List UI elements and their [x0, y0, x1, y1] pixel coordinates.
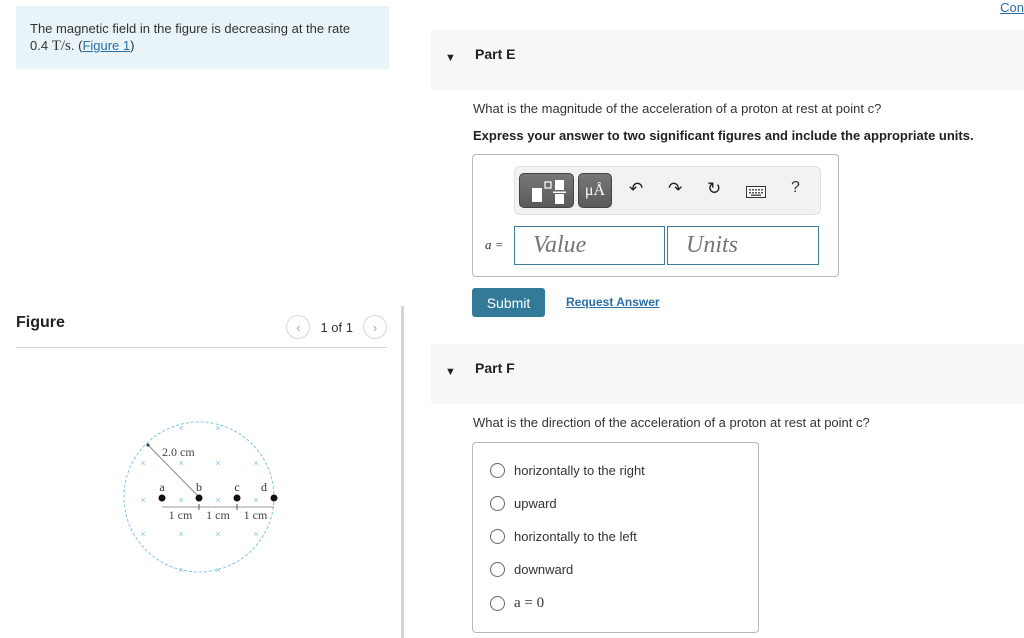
part-f-question: What is the direction of the acceleratio… — [473, 415, 870, 430]
units-input[interactable] — [667, 226, 819, 265]
rate-value: 0.4 — [30, 38, 49, 53]
choice-downward[interactable]: downward — [490, 562, 573, 577]
value-input[interactable] — [514, 226, 665, 265]
units-label: μÅ — [584, 181, 606, 199]
reset-icon[interactable]: ↻ — [707, 179, 721, 199]
help-button[interactable]: ? — [791, 179, 800, 197]
radio-button[interactable] — [490, 529, 505, 544]
submit-button[interactable]: Submit — [472, 288, 545, 317]
spacing-label: 1 cm — [244, 508, 268, 522]
choice-right[interactable]: horizontally to the right — [490, 463, 645, 478]
choice-label: downward — [514, 562, 574, 577]
point-d — [270, 494, 278, 502]
field-into-page-mark: × — [178, 529, 183, 539]
request-answer-link[interactable]: Request Answer — [566, 295, 660, 309]
choice-upward[interactable]: upward — [490, 496, 557, 511]
point-label-d: d — [261, 480, 267, 494]
figure-pager: ‹ 1 of 1 › — [286, 315, 387, 339]
math-toolbar: μÅ ↶ ↷ ↻ ? — [514, 166, 821, 215]
intro-sep: . ( — [70, 38, 83, 53]
direction-choices: horizontally to the right upward horizon… — [472, 442, 759, 633]
field-into-page-mark: × — [215, 495, 220, 505]
field-into-page-mark: × — [253, 458, 258, 468]
redo-icon[interactable]: ↷ — [668, 179, 682, 199]
part-e-instruction: Express your answer to two significant f… — [473, 128, 974, 143]
units-button[interactable]: μÅ — [578, 173, 612, 208]
panel-divider[interactable] — [401, 306, 404, 638]
answer-variable-label: a = — [485, 237, 504, 252]
part-e-title: Part E — [475, 46, 516, 62]
prev-figure-button[interactable]: ‹ — [286, 315, 311, 339]
rate-units: T/s — [51, 38, 71, 54]
field-into-page-mark: × — [140, 495, 145, 505]
part-f-title: Part F — [475, 360, 515, 376]
radius-label: 2.0 cm — [162, 445, 195, 459]
radio-button[interactable] — [490, 463, 505, 478]
field-into-page-mark: × — [178, 495, 183, 505]
collapse-triangle-icon: ▼ — [445, 52, 456, 64]
keyboard-icon[interactable] — [746, 183, 766, 203]
spacing-label: 1 cm — [169, 508, 193, 522]
point-b — [195, 494, 203, 502]
choice-label: horizontally to the right — [514, 463, 645, 478]
field-into-page-mark: × — [140, 529, 145, 539]
field-into-page-mark: × — [178, 565, 183, 575]
figure-header: Figure ‹ 1 of 1 › — [16, 314, 387, 348]
answer-box: μÅ ↶ ↷ ↻ ? a = — [472, 154, 839, 277]
problem-intro: The magnetic field in the figure is decr… — [16, 6, 389, 69]
field-into-page-mark: × — [215, 529, 220, 539]
point-c — [233, 494, 241, 502]
field-into-page-mark: × — [215, 565, 220, 575]
collapse-triangle-icon: ▼ — [445, 366, 456, 378]
figure-link[interactable]: Figure 1 — [82, 38, 130, 53]
chevron-right-icon: › — [372, 319, 378, 335]
field-into-page-mark: × — [215, 423, 220, 433]
point-label-b: b — [196, 480, 202, 494]
field-into-page-mark: × — [253, 495, 258, 505]
radio-button[interactable] — [490, 496, 505, 511]
intro-text: The magnetic field in the figure is decr… — [30, 21, 351, 36]
choice-label: horizontally to the left — [514, 529, 637, 544]
part-e-question: What is the magnitude of the acceleratio… — [473, 101, 882, 116]
field-into-page-mark: × — [253, 529, 258, 539]
point-a — [158, 494, 166, 502]
field-into-page-mark: × — [140, 458, 145, 468]
figure-title: Figure — [16, 314, 65, 331]
field-into-page-mark: × — [178, 458, 183, 468]
point-label-a: a — [159, 480, 165, 494]
continue-link[interactable]: Con — [1000, 0, 1024, 15]
part-f-header[interactable]: ▼ Part F — [431, 344, 1024, 404]
radio-button[interactable] — [490, 596, 505, 611]
field-into-page-mark: × — [178, 423, 183, 433]
field-into-page-mark: × — [215, 458, 220, 468]
magnetic-field-diagram: × × × × × × × × × × × × × × × × 2.0 cm a b c d 1 cm 1 cm 1 c… — [123, 421, 278, 575]
radius-end-dot — [146, 443, 150, 447]
choice-zero[interactable]: a = 0 — [490, 595, 544, 612]
choice-label: a = 0 — [514, 595, 545, 611]
next-figure-button[interactable]: › — [363, 315, 387, 339]
choice-left[interactable]: horizontally to the left — [490, 529, 637, 544]
fraction-template-icon — [532, 180, 566, 204]
templates-button[interactable] — [519, 173, 574, 208]
radio-button[interactable] — [490, 562, 505, 577]
left-panel: The magnetic field in the figure is decr… — [0, 0, 402, 638]
pager-text: 1 of 1 — [320, 319, 353, 335]
part-e-header[interactable]: ▼ Part E — [431, 30, 1024, 90]
point-label-c: c — [234, 480, 239, 494]
intro-close: ) — [130, 38, 135, 53]
choice-label: upward — [514, 496, 557, 511]
spacing-label: 1 cm — [206, 508, 230, 522]
undo-icon[interactable]: ↶ — [629, 179, 643, 199]
chevron-left-icon: ‹ — [296, 319, 301, 335]
